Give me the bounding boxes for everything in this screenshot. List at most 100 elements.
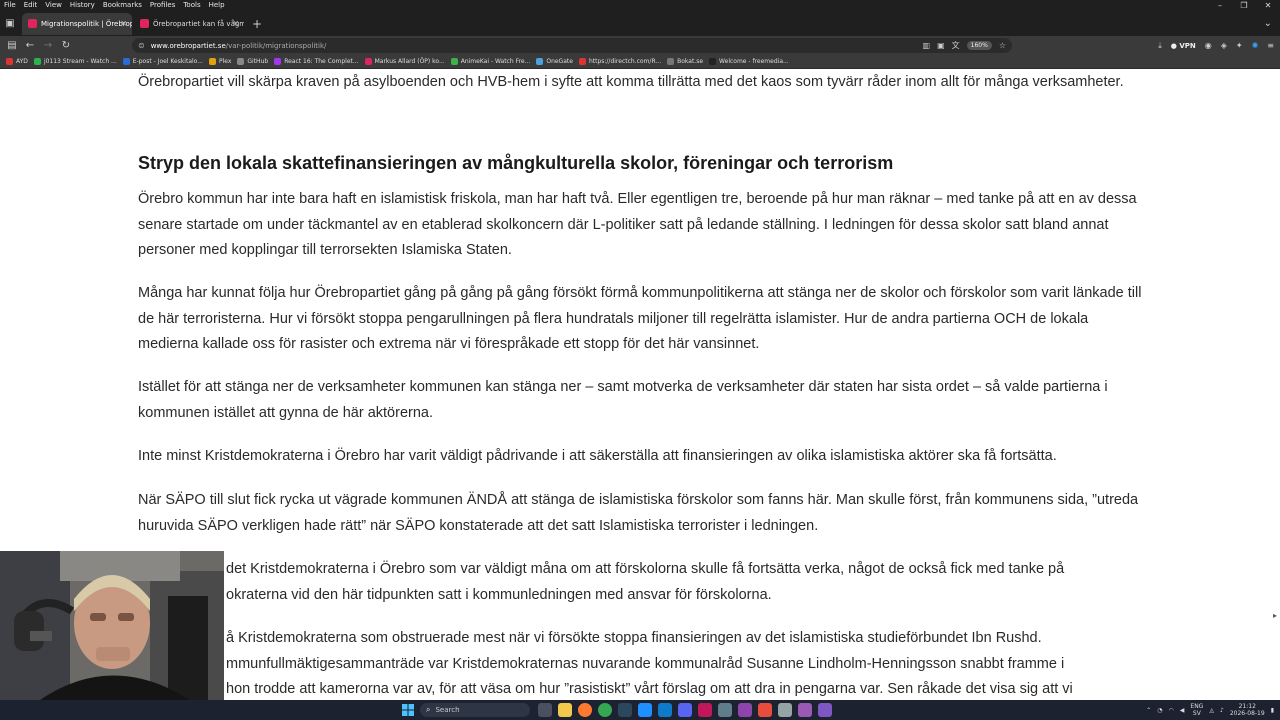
bookmark-label: OneGate — [546, 58, 573, 65]
taskbar-search[interactable]: ⌕ Search — [420, 703, 530, 717]
app-icon[interactable] — [718, 703, 732, 717]
bookmark-label: Markus Allard (ÖP) ko... — [374, 58, 445, 65]
pocket-icon[interactable]: ◈ — [1221, 41, 1227, 50]
menu-tools[interactable]: Tools — [179, 0, 204, 11]
steam-icon[interactable] — [618, 703, 632, 717]
search-icon: ⌕ — [426, 705, 431, 714]
tab-list-chevron-icon[interactable]: ⌄ — [1264, 18, 1272, 29]
clock-time: 21:12 — [1238, 703, 1256, 710]
bookmark-favicon-icon — [33, 58, 41, 65]
menu-help[interactable]: Help — [205, 0, 229, 11]
restore-icon[interactable]: ❐ — [1232, 0, 1256, 11]
paragraph-4: Inte minst Kristdemokraterna i Örebro ha… — [138, 448, 1057, 464]
tab-close-icon[interactable]: ✕ — [232, 19, 239, 28]
bookmark-item[interactable]: Bokat.se — [667, 58, 703, 65]
bookmark-item[interactable]: E-post - Joel Keskitalo... — [122, 58, 203, 65]
wifi-icon[interactable]: ◬ — [1209, 707, 1214, 714]
url-field[interactable]: ⊜ www.orebropartiet.se/var-politik/migra… — [132, 38, 1012, 53]
sidebar-toggle-icon[interactable]: ▤ — [3, 40, 21, 51]
language-top: ENG — [1190, 703, 1204, 710]
workspace-icon[interactable]: ▣ — [0, 14, 20, 34]
scrollbar-marker-icon[interactable]: ▸ — [1273, 611, 1277, 621]
vpn-label: VPN — [1179, 41, 1196, 50]
back-arrow-icon[interactable]: ← — [21, 40, 39, 51]
minimize-icon[interactable]: – — [1208, 0, 1232, 11]
network-icon[interactable]: ◠ — [1169, 707, 1174, 714]
app-icon[interactable] — [818, 703, 832, 717]
tab-migrationspolitik[interactable]: Migrationspolitik | Örebroparti ✕ — [22, 12, 132, 35]
tray-chevron-icon[interactable]: ⌃ — [1146, 707, 1151, 714]
app-icon[interactable] — [678, 703, 692, 717]
app-icon[interactable] — [798, 703, 812, 717]
taskbar-search-placeholder: Search — [435, 706, 460, 714]
menu-profiles[interactable]: Profiles — [146, 0, 179, 11]
tray-app-icon[interactable]: ◔ — [1157, 707, 1162, 714]
extension-accent-icon[interactable]: ✺ — [1252, 41, 1259, 50]
vpn-button[interactable]: ● VPN — [1171, 42, 1196, 50]
menu-file[interactable]: File — [0, 0, 20, 11]
clock[interactable]: 21:12 2026-08-19 — [1230, 703, 1265, 717]
app-icon[interactable] — [738, 703, 752, 717]
new-tab-plus-icon[interactable]: + — [252, 17, 262, 31]
tab-vagmastare[interactable]: Örebropartiet kan få vågmästa ✕ — [134, 13, 244, 35]
bookmark-favicon-icon — [667, 58, 675, 65]
vscode-icon[interactable] — [658, 703, 672, 717]
tab-close-icon[interactable]: ✕ — [120, 19, 127, 28]
bookmark-item[interactable]: https://directch.com/R... — [578, 58, 661, 65]
taskbar: ⌕ Search ⌃ ◔ ◠ ◀ ENG SV ◬ ♪ 21:12 2026-0… — [0, 700, 1280, 720]
tab-title: Örebropartiet kan få vågmästa — [153, 19, 244, 28]
paragraph-6-line-2: okraterna vid den här tidpunkten satt i … — [226, 587, 772, 603]
forward-arrow-icon[interactable]: → — [39, 40, 57, 51]
zoom-level-badge[interactable]: 160% — [966, 41, 992, 50]
app-icon[interactable] — [758, 703, 772, 717]
notifications-icon[interactable]: ▮ — [1271, 707, 1274, 714]
menu-view[interactable]: View — [41, 0, 66, 11]
toolbar-icons: ⤓ ● VPN ◉ ◈ ✦ ✺ ≡ — [1158, 36, 1274, 55]
menu-edit[interactable]: Edit — [20, 0, 42, 11]
bookmark-label: Bokat.se — [677, 58, 704, 65]
bookmark-item[interactable]: AYD — [6, 58, 28, 65]
chrome-icon[interactable] — [598, 703, 612, 717]
bookmark-item[interactable]: Welcome - freemedia... — [709, 58, 789, 65]
translate-icon[interactable]: 文 — [952, 40, 960, 51]
intro-paragraph: Örebropartiet vill skärpa kraven på asyl… — [138, 74, 1124, 90]
clock-date: 2026-08-19 — [1229, 710, 1265, 717]
close-window-icon[interactable]: ✕ — [1256, 0, 1280, 11]
bookmark-item[interactable]: j0113 Stream - Watch ... — [33, 58, 117, 65]
bookmark-favicon-icon — [237, 58, 245, 65]
reader-view-icon[interactable]: ▥ — [923, 41, 931, 50]
menu-bookmarks[interactable]: Bookmarks — [99, 0, 146, 11]
language-indicator[interactable]: ENG SV — [1190, 703, 1203, 717]
volume-icon[interactable]: ◀ — [1180, 707, 1185, 714]
downloads-icon[interactable]: ⤓ — [1158, 41, 1162, 51]
bookmark-favicon-icon — [274, 58, 282, 65]
speaker-icon[interactable]: ♪ — [1220, 707, 1224, 714]
extensions-icon[interactable]: ✦ — [1236, 41, 1243, 50]
app-icon[interactable] — [778, 703, 792, 717]
menu-hamburger-icon[interactable]: ≡ — [1267, 41, 1274, 50]
reload-icon[interactable]: ↻ — [57, 40, 75, 51]
paragraph-3: Istället för att stänga ner de verksamhe… — [138, 379, 1108, 421]
firefox-icon[interactable] — [578, 703, 592, 717]
webcam-feed-image — [0, 551, 224, 700]
menu-bar: File Edit View History Bookmarks Profile… — [0, 0, 1280, 11]
screenshot-icon[interactable]: ▣ — [937, 41, 945, 50]
menu-history[interactable]: History — [66, 0, 99, 11]
bookmark-item[interactable]: GitHub — [237, 58, 268, 65]
windows-start-icon[interactable] — [402, 704, 414, 716]
bookmark-star-icon[interactable]: ☆ — [999, 41, 1006, 50]
app-icon[interactable] — [698, 703, 712, 717]
bookmark-item[interactable]: Markus Allard (ÖP) ko... — [364, 58, 445, 65]
task-view-icon[interactable] — [538, 703, 552, 717]
bookmark-item[interactable]: Plex — [208, 58, 231, 65]
file-explorer-icon[interactable] — [558, 703, 572, 717]
bookmark-item[interactable]: AnimeKai - Watch Fre... — [450, 58, 530, 65]
bookmark-item[interactable]: React 16: The Complet... — [274, 58, 359, 65]
paragraph-2: Många har kunnat följa hur Örebropartiet… — [138, 285, 1142, 352]
bookmark-favicon-icon — [208, 58, 216, 65]
app-icon[interactable] — [638, 703, 652, 717]
site-info-icon[interactable]: ⊜ — [138, 41, 145, 50]
bookmark-item[interactable]: OneGate — [536, 58, 573, 65]
tab-bar: ▣ Migrationspolitik | Örebroparti ✕ Öreb… — [0, 11, 1280, 36]
account-icon[interactable]: ◉ — [1205, 41, 1212, 50]
